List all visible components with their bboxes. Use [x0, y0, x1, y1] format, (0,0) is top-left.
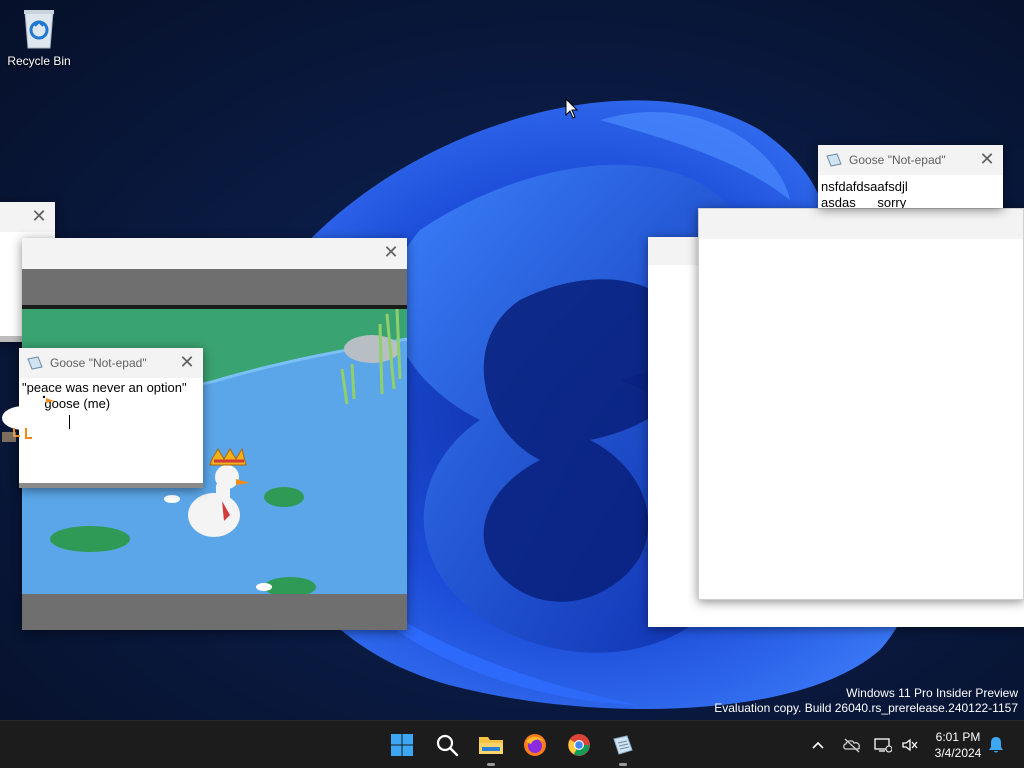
network-icon	[874, 738, 892, 753]
show-hidden-icons-button[interactable]	[810, 721, 826, 768]
blank-window-front[interactable]	[698, 208, 1024, 600]
search-button[interactable]	[431, 729, 463, 761]
windows-evaluation-watermark: Windows 11 Pro Insider Preview Evaluatio…	[714, 686, 1018, 716]
firefox-button[interactable]	[519, 729, 551, 761]
stub-window-close-button[interactable]: ✕	[29, 207, 49, 227]
mouse-cursor-icon	[565, 98, 579, 119]
text-caret	[69, 415, 70, 429]
taskbar-clock[interactable]: 6:01 PM 3/4/2024	[926, 729, 990, 761]
blank-window-front-titlebar[interactable]	[699, 209, 1023, 239]
desktop-goose-sprite-icon[interactable]	[0, 392, 60, 448]
start-button[interactable]	[386, 729, 418, 761]
file-explorer-button[interactable]	[475, 729, 507, 766]
chrome-icon	[568, 734, 590, 756]
video-letterbox-top	[22, 269, 407, 305]
cloud-offline-icon	[843, 738, 860, 753]
network-tray-button[interactable]	[874, 721, 892, 768]
notepad-icon	[613, 735, 633, 755]
clock-date: 3/4/2024	[934, 746, 982, 760]
volume-tray-button[interactable]	[901, 721, 919, 768]
notepad-right-title: Goose "Not-epad"	[849, 153, 946, 167]
taskbar: 6:01 PM 3/4/2024	[0, 720, 1024, 768]
notepad-right-line-2: asdas sorry	[821, 195, 907, 208]
notepad-right-close-button[interactable]: ✕	[977, 150, 997, 170]
video-letterbox-bottom	[22, 594, 407, 630]
notepad-icon	[27, 356, 43, 370]
watermark-line-2: Evaluation copy. Build 26040.rs_prerelea…	[714, 701, 1018, 715]
recycle-bin-desktop-icon[interactable]: Recycle Bin	[4, 6, 74, 68]
watermark-line-1: Windows 11 Pro Insider Preview	[846, 686, 1018, 700]
onedrive-tray-button[interactable]	[842, 721, 862, 768]
search-icon	[436, 734, 459, 757]
notifications-button[interactable]	[988, 721, 1004, 768]
video-window-titlebar[interactable]	[22, 238, 407, 269]
notepad-left-title: Goose "Not-epad"	[50, 356, 147, 370]
notepad-right-text-area[interactable]: nsfdafdsaafsdjl asdas sorry	[821, 179, 908, 208]
clock-time: 6:01 PM	[935, 730, 981, 744]
chevron-up-icon	[812, 741, 824, 749]
notepad-left-titlebar[interactable]: Goose "Not-epad"	[19, 348, 203, 378]
notepad-right-titlebar[interactable]: Goose "Not-epad"	[818, 145, 1003, 175]
start-icon	[391, 734, 413, 756]
notepad-right-line-1: nsfdafdsaafsdjl	[821, 179, 908, 194]
file-explorer-icon	[479, 737, 503, 754]
notepad-left-close-button[interactable]: ✕	[177, 353, 197, 373]
bell-icon	[989, 737, 1003, 753]
volume-muted-icon	[902, 738, 918, 752]
goose-notepad-window-right[interactable]: Goose "Not-epad" ✕ nsfdafdsaafsdjl asdas…	[818, 145, 1003, 208]
notepad-icon	[826, 153, 842, 167]
recycle-bin-icon	[21, 6, 57, 50]
notepad-taskbar-button[interactable]	[607, 729, 639, 766]
firefox-icon	[524, 734, 546, 756]
recycle-bin-label: Recycle Bin	[7, 54, 71, 68]
chrome-button[interactable]	[563, 729, 595, 761]
video-window-close-button[interactable]: ✕	[381, 243, 401, 263]
